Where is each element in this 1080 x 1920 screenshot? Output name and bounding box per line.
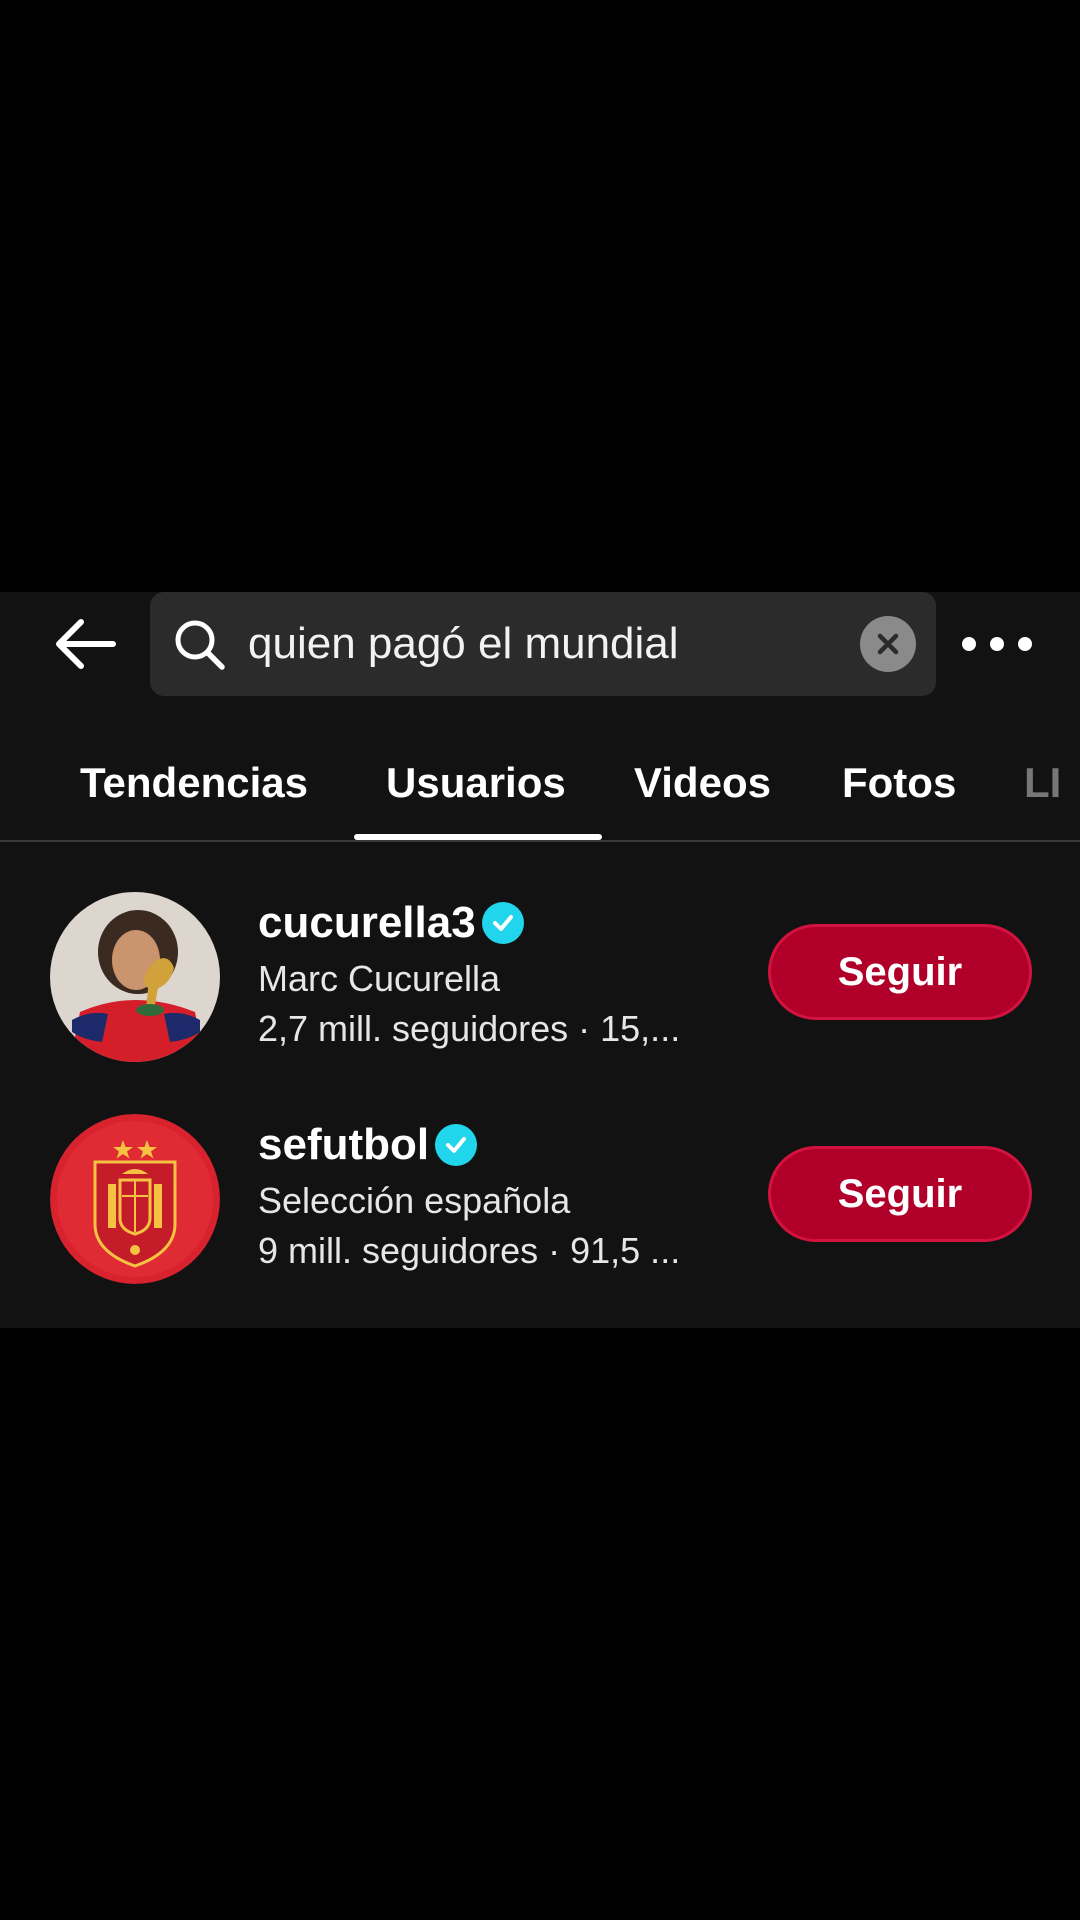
avatar[interactable]	[50, 892, 220, 1062]
search-input[interactable]: quien pagó el mundial	[248, 592, 679, 696]
follow-button[interactable]: Seguir	[768, 1146, 1032, 1242]
arrow-left-icon	[56, 619, 116, 669]
tab-videos[interactable]: Videos	[634, 740, 771, 826]
search-bar[interactable]: quien pagó el mundial	[150, 592, 936, 696]
follow-button[interactable]: Seguir	[768, 924, 1032, 1020]
back-button[interactable]	[50, 614, 120, 674]
more-dots-icon	[962, 637, 976, 651]
tab-tendencias[interactable]: Tendencias	[80, 740, 308, 826]
tab-usuarios[interactable]: Usuarios	[386, 740, 566, 826]
user-info: sefutbol Selección española 9 mill. segu…	[258, 1114, 728, 1276]
avatar[interactable]	[50, 1114, 220, 1284]
display-name: Selección española	[258, 1180, 571, 1221]
search-tabs: Tendencias Usuarios Videos Fotos LI	[0, 740, 1080, 840]
verified-badge-icon	[435, 1124, 478, 1166]
tab-live[interactable]: LI	[1024, 740, 1061, 826]
user-photo-icon	[50, 892, 220, 1062]
display-name: Marc Cucurella	[258, 958, 501, 999]
username: sefutbol	[258, 1120, 430, 1169]
search-icon	[175, 620, 225, 670]
tab-fotos[interactable]: Fotos	[842, 740, 956, 826]
close-icon	[877, 633, 899, 655]
more-options-button[interactable]	[962, 622, 1032, 666]
user-result-row[interactable]: cucurella3 Marc Cucurella 2,7 mill. segu…	[0, 892, 1080, 1064]
user-info: cucurella3 Marc Cucurella 2,7 mill. segu…	[258, 892, 728, 1054]
user-result-row[interactable]: sefutbol Selección española 9 mill. segu…	[0, 1114, 1080, 1286]
spain-crest-icon	[50, 1114, 220, 1284]
tabs-divider	[0, 840, 1080, 842]
follower-stats: 9 mill. seguidores · 91,5 ...	[258, 1230, 681, 1271]
username: cucurella3	[258, 898, 476, 947]
clear-search-button[interactable]	[860, 616, 916, 672]
follower-stats: 2,7 mill. seguidores · 15,...	[258, 1008, 681, 1049]
verified-badge-icon	[481, 902, 524, 944]
